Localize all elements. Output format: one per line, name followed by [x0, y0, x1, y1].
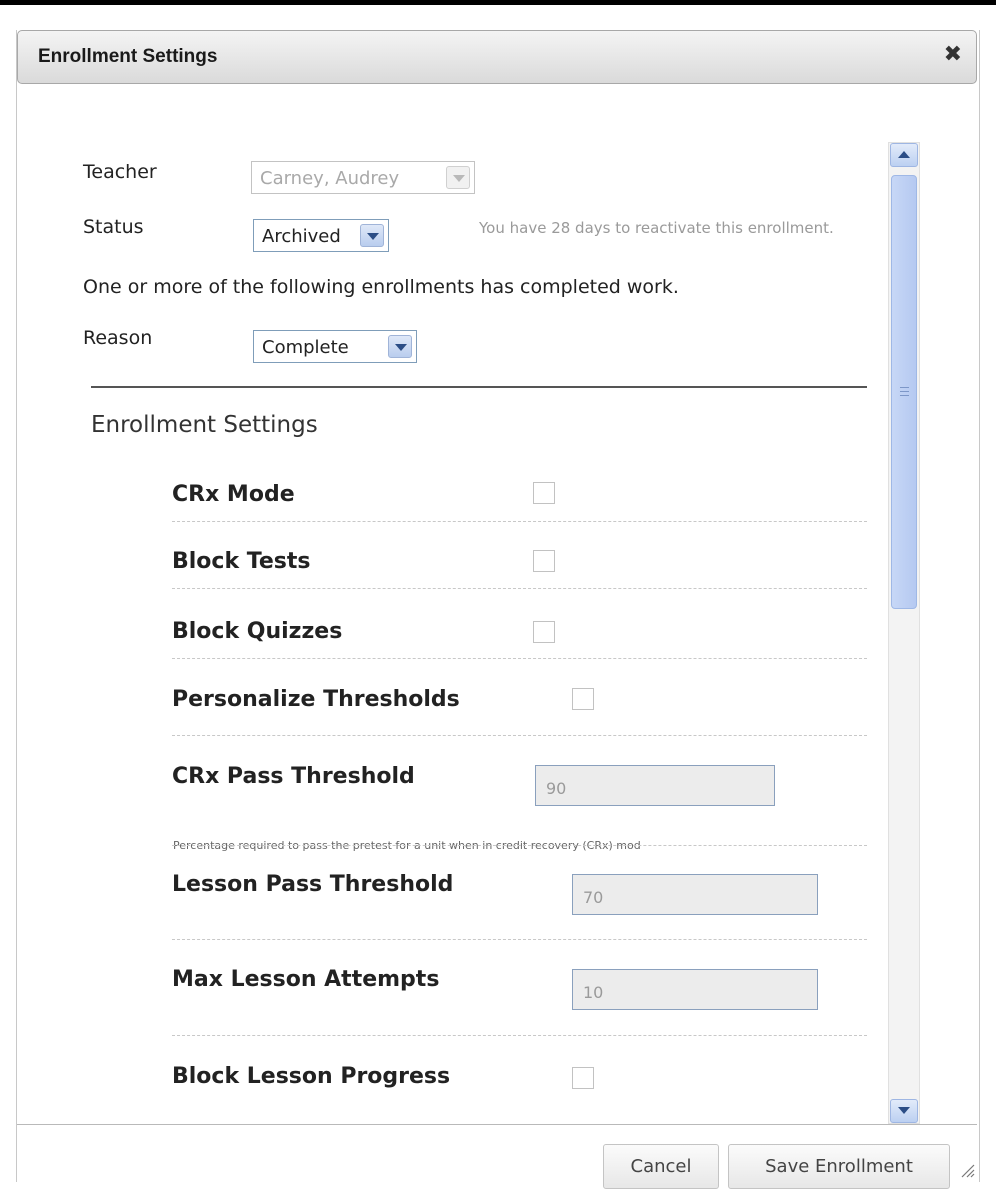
teacher-select[interactable]: Carney, Audrey [251, 161, 475, 194]
block-tests-label: Block Tests [172, 549, 311, 574]
completed-work-notice: One or more of the following enrollments… [83, 276, 679, 298]
row-divider [172, 845, 867, 846]
enrollment-settings-heading: Enrollment Settings [91, 412, 318, 438]
status-select-value: Archived [262, 226, 341, 247]
reason-label: Reason [83, 327, 153, 349]
row-divider [172, 658, 867, 659]
crx-mode-label: CRx Mode [172, 482, 295, 507]
dialog-title: Enrollment Settings [38, 46, 218, 67]
teacher-label: Teacher [83, 161, 157, 183]
lesson-pass-threshold-label: Lesson Pass Threshold [172, 872, 454, 897]
vertical-scrollbar[interactable] [888, 142, 920, 1124]
save-enrollment-button[interactable]: Save Enrollment [728, 1144, 950, 1189]
chevron-down-icon [446, 166, 470, 189]
dialog-content: Teacher Carney, Audrey Status Archived Y… [17, 84, 977, 1124]
crx-mode-checkbox[interactable] [533, 482, 555, 504]
teacher-select-value: Carney, Audrey [260, 168, 400, 189]
row-divider [172, 588, 867, 589]
block-quizzes-label: Block Quizzes [172, 619, 343, 644]
lesson-pass-threshold-input[interactable]: 70 [572, 874, 818, 915]
chevron-down-icon [388, 335, 412, 358]
resize-grip-icon[interactable] [959, 1162, 975, 1178]
row-divider [172, 1035, 867, 1036]
status-label: Status [83, 216, 144, 238]
enrollment-settings-dialog: Enrollment Settings ✖ Teacher Carney, Au… [16, 30, 980, 1189]
row-divider [172, 735, 867, 736]
block-tests-checkbox[interactable] [533, 550, 555, 572]
grip-icon [900, 387, 909, 396]
close-icon[interactable]: ✖ [944, 44, 962, 66]
row-divider [172, 939, 867, 940]
max-lesson-attempts-label: Max Lesson Attempts [172, 967, 440, 992]
block-lesson-progress-checkbox[interactable] [572, 1067, 594, 1089]
status-note: You have 28 days to reactivate this enro… [479, 219, 834, 237]
personalize-thresholds-label: Personalize Thresholds [172, 687, 460, 712]
chevron-down-icon [360, 224, 384, 247]
cancel-button[interactable]: Cancel [603, 1144, 719, 1189]
reason-select-value: Complete [262, 337, 349, 358]
status-select[interactable]: Archived [253, 219, 389, 252]
crx-pass-threshold-label: CRx Pass Threshold [172, 764, 415, 789]
section-divider [91, 386, 867, 388]
max-lesson-attempts-input[interactable]: 10 [572, 969, 818, 1010]
personalize-thresholds-checkbox[interactable] [572, 688, 594, 710]
scroll-down-icon[interactable] [890, 1099, 918, 1123]
dialog-titlebar[interactable]: Enrollment Settings ✖ [17, 30, 977, 84]
crx-pass-threshold-input[interactable]: 90 [535, 765, 775, 806]
block-quizzes-checkbox[interactable] [533, 621, 555, 643]
block-lesson-progress-label: Block Lesson Progress [172, 1064, 451, 1089]
top-border [0, 0, 996, 5]
scrollbar-thumb[interactable] [891, 175, 917, 609]
scroll-up-icon[interactable] [890, 143, 918, 167]
reason-select[interactable]: Complete [253, 330, 417, 363]
row-divider [172, 521, 867, 522]
footer-divider [17, 1124, 977, 1125]
